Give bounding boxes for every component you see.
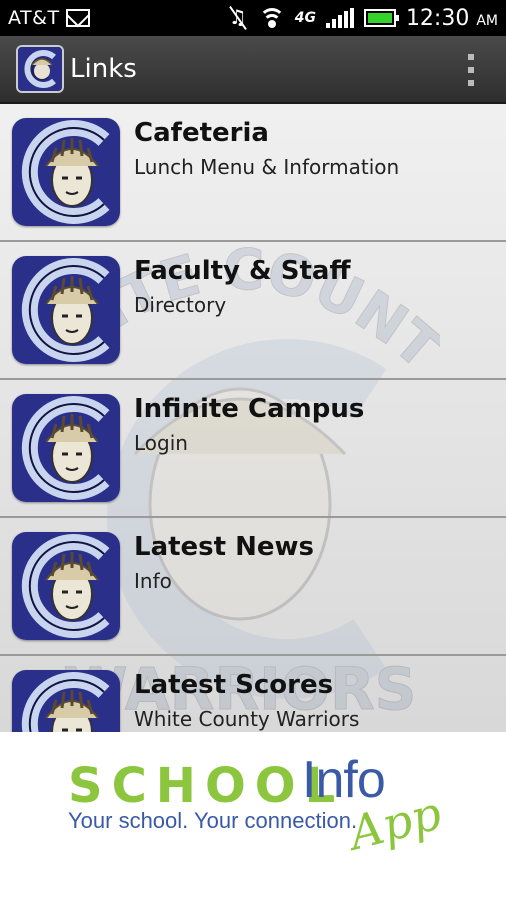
list-item-subtitle: Info — [134, 569, 172, 593]
carrier-label: AT&T — [8, 7, 60, 29]
list-item-subtitle: Directory — [134, 293, 227, 317]
list-item-subtitle: Lunch Menu & Information — [134, 155, 400, 179]
warriors-logo-icon — [12, 256, 120, 364]
warriors-logo-icon — [12, 532, 120, 640]
status-bar: AT&T 4G 12:30 AM — [0, 0, 506, 36]
white-county-warriors-logo-icon[interactable] — [16, 45, 64, 93]
warriors-logo-icon — [12, 670, 120, 732]
list-item-subtitle: Login — [134, 431, 188, 455]
list-item-text: Latest Scores White County Warriors — [134, 668, 359, 732]
overflow-menu-icon[interactable] — [466, 54, 476, 86]
list-item-title: Faculty & Staff — [134, 256, 351, 286]
brand-tagline: Your school. Your connection. — [68, 808, 358, 833]
links-list: WHITE COUNTY WARRIORS Cafeteria Lunch Me… — [0, 104, 506, 732]
list-item-title: Infinite Campus — [134, 394, 365, 424]
page-title: Links — [70, 54, 137, 84]
list-item[interactable]: Latest News Info — [0, 518, 506, 656]
wifi-icon — [258, 8, 285, 28]
list-item-text: Faculty & Staff Directory — [134, 254, 351, 320]
list-item-text: Latest News Info — [134, 530, 314, 596]
clock-ampm: AM — [476, 12, 498, 29]
list-item-text: Infinite Campus Login — [134, 392, 364, 458]
clock-time: 12:30 — [405, 5, 470, 31]
status-icons: 4G 12:30 AM — [227, 0, 498, 36]
list-item-text: Cafeteria Lunch Menu & Information — [134, 116, 399, 182]
battery-icon — [363, 9, 399, 27]
action-bar: Links — [0, 36, 506, 104]
clock: 12:30 AM — [406, 6, 498, 31]
list-item-title: Latest News — [134, 532, 315, 562]
list-item-title: Latest Scores — [134, 670, 334, 700]
signal-icon — [325, 8, 354, 28]
warriors-logo-icon — [12, 118, 120, 226]
mute-icon — [227, 5, 249, 30]
network-type: 4G — [294, 10, 316, 26]
logo-graphic — [18, 47, 62, 91]
list-item-title: Cafeteria — [134, 118, 269, 148]
list-item-subtitle: White County Warriors — [134, 707, 360, 731]
mail-icon — [65, 9, 90, 27]
list-item[interactable]: Cafeteria Lunch Menu & Information — [0, 104, 506, 242]
list-item[interactable]: Infinite Campus Login — [0, 380, 506, 518]
list-item[interactable]: Latest Scores White County Warriors — [0, 656, 506, 732]
list-item[interactable]: Faculty & Staff Directory — [0, 242, 506, 380]
warriors-logo-icon — [12, 394, 120, 502]
